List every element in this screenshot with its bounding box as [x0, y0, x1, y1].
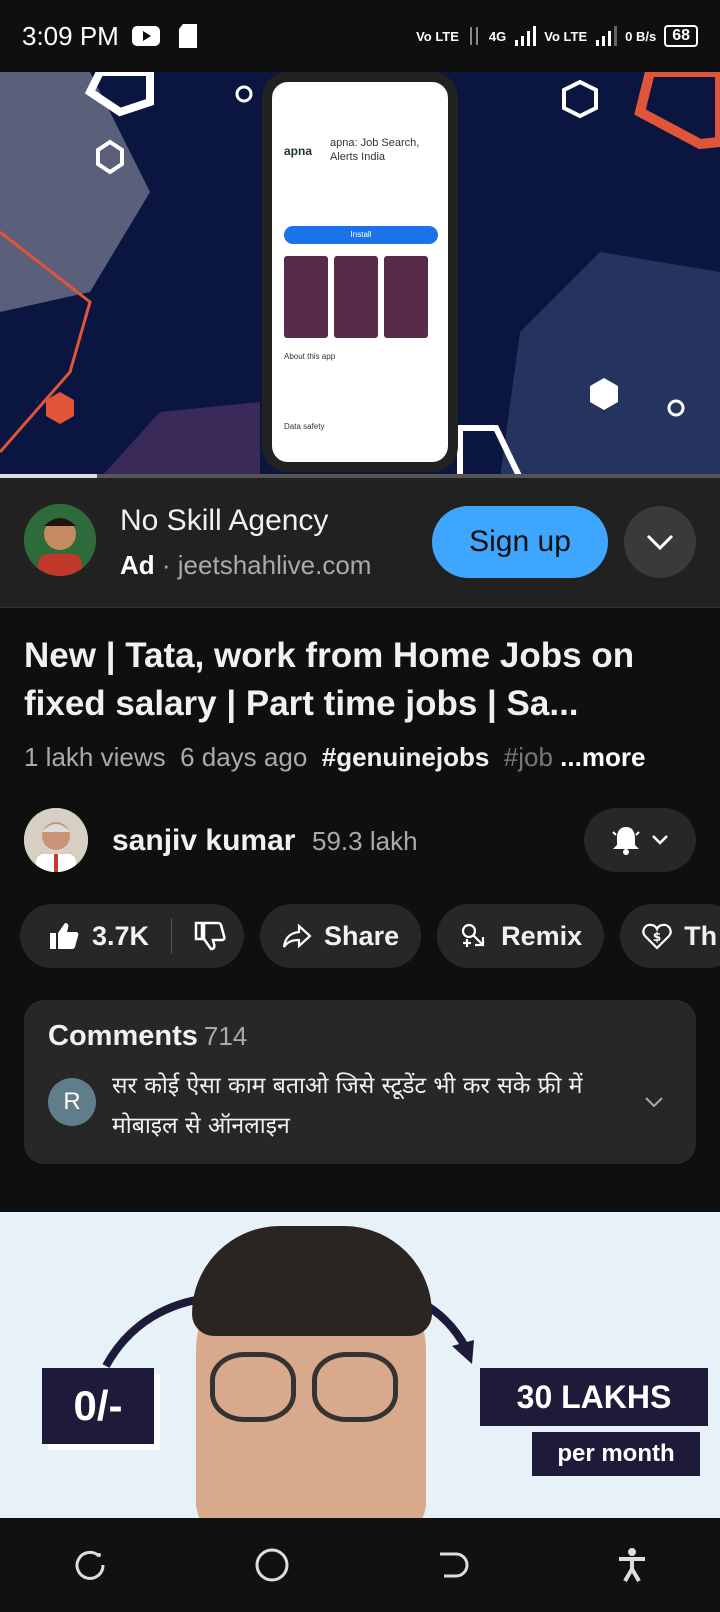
- upload-age: 6 days ago: [180, 742, 308, 772]
- phone-about-label: About this app: [284, 352, 336, 361]
- more-link[interactable]: ...more: [560, 742, 645, 772]
- subscriber-count: 59.3 lakh: [312, 826, 418, 856]
- top-comment-text: सर कोई ऐसा काम बताओ जिसे स्टूडेंट भी कर …: [112, 1073, 583, 1139]
- phone-app-name: apna: Job Search, Alerts India: [330, 137, 420, 163]
- status-icons: Vo LTE 4G Vo LTE 0 B/s 68: [416, 25, 698, 47]
- dislike-icon[interactable]: [194, 921, 226, 951]
- view-count: 1 lakh views: [24, 742, 166, 772]
- net-speed-label: 0 B/s: [625, 28, 657, 44]
- sd-card-icon: [178, 24, 197, 48]
- network-type-label: 4G: [488, 28, 507, 44]
- action-bar: 3.7K Share Remix $ Th: [20, 904, 720, 968]
- volte2-label: Vo LTE: [544, 28, 588, 44]
- video-title[interactable]: New | Tata, work from Home Jobs on fixed…: [24, 632, 700, 728]
- share-button[interactable]: Share: [260, 904, 422, 968]
- bell-icon: [612, 827, 640, 855]
- status-time: 3:09 PM: [22, 20, 119, 51]
- channel-row[interactable]: sanjiv kumar 59.3 lakh: [0, 808, 720, 872]
- ad-row[interactable]: No Skill Agency Ad · jeetshahlive.com Si…: [0, 478, 720, 608]
- phone-screenshot: [384, 256, 428, 338]
- comments-card[interactable]: Comments 714 R सर कोई ऐसा काम बताओ जिसे स…: [24, 1000, 696, 1164]
- glasses-left: [210, 1352, 296, 1422]
- battery-icon: 68: [664, 25, 698, 47]
- like-divider: [171, 918, 173, 954]
- ad-domain: · jeetshahlive.com: [154, 550, 372, 580]
- phone-install-button: Install: [284, 226, 438, 244]
- phone-safety-label: Data safety: [284, 422, 325, 431]
- share-icon: [282, 923, 312, 949]
- like-dislike-group: 3.7K: [20, 904, 245, 968]
- signal-icon: [515, 26, 537, 46]
- remix-button[interactable]: Remix: [437, 904, 605, 968]
- chevron-down-icon: [646, 534, 674, 551]
- system-nav-bar: [0, 1518, 720, 1612]
- volte-label: Vo LTE: [416, 28, 459, 44]
- back-icon[interactable]: [436, 1548, 470, 1582]
- comments-count: 714: [203, 1021, 248, 1051]
- ad-expand-button[interactable]: [624, 506, 696, 578]
- svg-text:$: $: [653, 930, 661, 944]
- like-icon[interactable]: [48, 921, 80, 951]
- advertiser-name[interactable]: No Skill Agency: [120, 504, 328, 538]
- status-bar: 3:09 PM Vo LTE 4G Vo LTE 0 B/s 68: [0, 0, 720, 72]
- remix-icon: [461, 923, 485, 947]
- phone-screenshot: [284, 256, 328, 338]
- sign-up-button[interactable]: Sign up: [432, 506, 608, 578]
- comments-label: Comments: [48, 1020, 198, 1052]
- apna-logo: apna: [284, 144, 313, 158]
- commenter-avatar: R: [48, 1078, 96, 1126]
- like-count[interactable]: 3.7K: [92, 921, 149, 952]
- remix-label: Remix: [501, 920, 583, 951]
- share-label: Share: [324, 920, 400, 951]
- heart-dollar-icon: $: [642, 923, 672, 950]
- ad-subtitle: Ad · jeetshahlive.com: [120, 550, 371, 581]
- person-hair: [192, 1226, 432, 1336]
- ad-badge: Ad: [120, 550, 155, 580]
- next-video-thumbnail[interactable]: 0/- 30 LAKHS per month: [0, 1212, 720, 1518]
- notification-bell-button[interactable]: [584, 808, 696, 872]
- data-arrows-icon: [469, 27, 478, 45]
- hashtag-faded[interactable]: #job: [504, 742, 553, 772]
- thumbnail-zero-label: 0/-: [42, 1368, 154, 1444]
- phone-screenshots: [284, 256, 428, 338]
- chevron-down-icon: [652, 835, 668, 845]
- chevron-down-icon[interactable]: [644, 1096, 664, 1110]
- phone-mockup: apna apna: Job Search, Alerts India Inst…: [262, 72, 458, 472]
- signal2-icon: [596, 26, 618, 46]
- advertiser-avatar[interactable]: [24, 504, 96, 576]
- thanks-button[interactable]: $ Th: [620, 904, 720, 968]
- video-meta[interactable]: 1 lakh views 6 days ago #genuinejobs #jo…: [24, 742, 704, 773]
- comments-header: Comments 714: [48, 1020, 247, 1053]
- recent-apps-icon[interactable]: [73, 1548, 107, 1582]
- home-icon[interactable]: [254, 1547, 290, 1583]
- thanks-label: Th: [684, 920, 718, 951]
- video-player[interactable]: apna apna: Job Search, Alerts India Inst…: [0, 72, 720, 478]
- youtube-notification-icon: [131, 26, 160, 46]
- channel-avatar-image: [24, 808, 88, 872]
- channel-name[interactable]: sanjiv kumar: [112, 824, 295, 858]
- channel-avatar[interactable]: [24, 808, 88, 872]
- glasses-right: [312, 1352, 398, 1422]
- thumbnail-per-month-label: per month: [532, 1432, 700, 1476]
- thumbnail-30-lakhs-label: 30 LAKHS: [480, 1368, 708, 1426]
- hashtag[interactable]: #genuinejobs: [322, 742, 490, 772]
- advertiser-avatar-image: [24, 504, 96, 576]
- phone-screenshot: [334, 256, 378, 338]
- accessibility-icon[interactable]: [617, 1547, 647, 1583]
